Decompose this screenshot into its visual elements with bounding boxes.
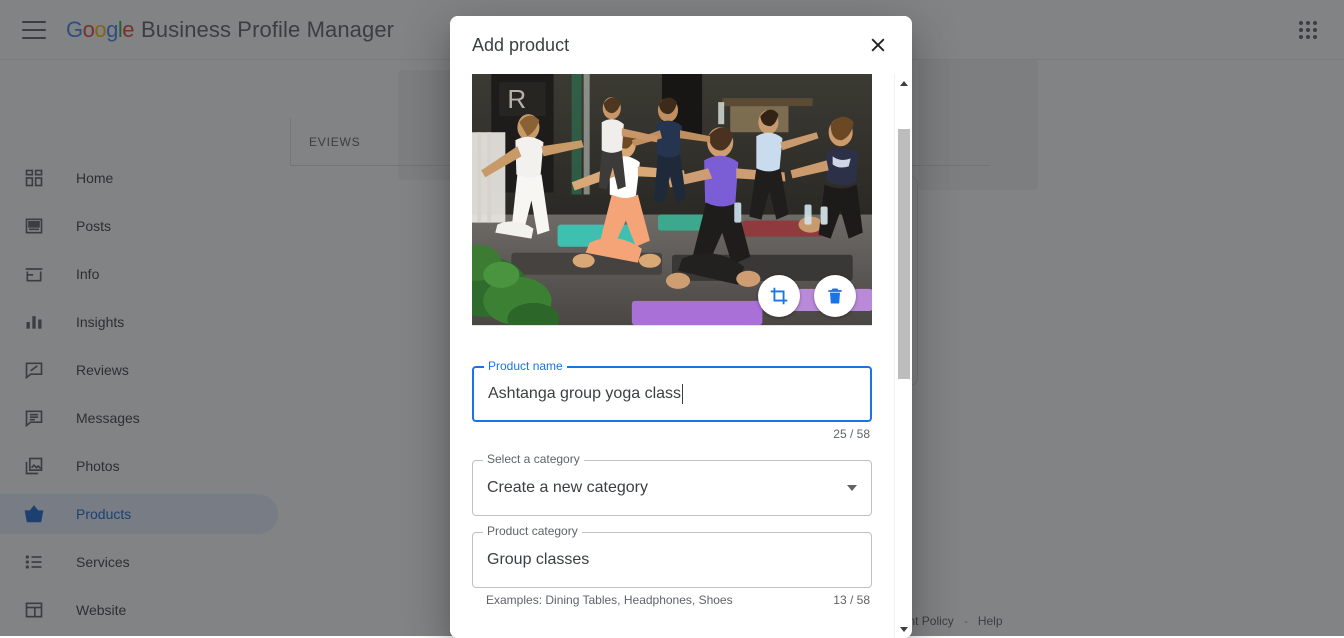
product-name-label: Product name <box>484 360 567 372</box>
dialog-body: R Product name Ashtanga group yoga class <box>450 74 894 638</box>
scrollbar-thumb[interactable] <box>898 129 910 379</box>
dialog-scrollbar[interactable] <box>894 74 912 638</box>
product-name-helper <box>472 427 486 441</box>
crop-icon[interactable] <box>758 275 800 317</box>
dialog-header: Add product <box>450 16 912 74</box>
product-category-value: Group classes <box>487 551 589 569</box>
dialog-title: Add product <box>472 35 860 56</box>
product-category-helper-row: Examples: Dining Tables, Headphones, Sho… <box>472 593 872 607</box>
product-photo: R <box>472 74 872 325</box>
product-name-counter: 25 / 58 <box>833 427 872 441</box>
category-select-label: Select a category <box>483 453 584 465</box>
chevron-down-icon[interactable] <box>847 485 857 491</box>
svg-text:R: R <box>507 84 526 114</box>
product-photo-area: R <box>472 74 872 326</box>
product-name-field[interactable]: Product name Ashtanga group yoga class <box>472 366 872 422</box>
add-product-dialog: Add product <box>450 16 912 638</box>
trash-icon[interactable] <box>814 275 856 317</box>
product-category-counter: 13 / 58 <box>833 593 872 607</box>
category-select-value: Create a new category <box>487 479 648 497</box>
product-category-helper: Examples: Dining Tables, Headphones, Sho… <box>472 593 733 607</box>
scroll-up-arrow-icon[interactable] <box>895 74 912 92</box>
scroll-down-arrow-icon[interactable] <box>895 620 912 638</box>
close-icon[interactable] <box>860 27 896 63</box>
product-category-field[interactable]: Product category Group classes <box>472 532 872 588</box>
product-name-value: Ashtanga group yoga class <box>488 385 681 403</box>
category-select[interactable]: Select a category Create a new category <box>472 460 872 516</box>
product-name-helper-row: 25 / 58 <box>472 427 872 441</box>
text-caret <box>682 384 683 404</box>
product-category-label: Product category <box>483 525 582 537</box>
